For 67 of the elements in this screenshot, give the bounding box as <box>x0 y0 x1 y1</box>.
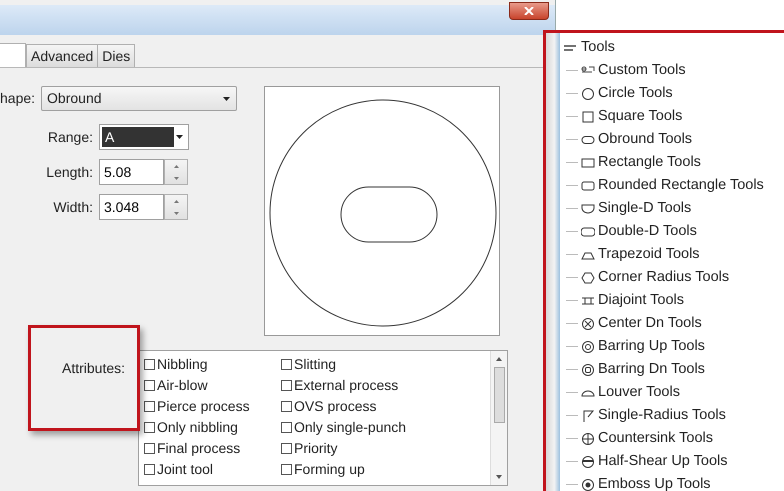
width-label: Width: <box>52 198 93 216</box>
scrollbar[interactable] <box>490 351 507 485</box>
checkbox[interactable]: OVS process <box>281 397 490 415</box>
tab[interactable]: Dies <box>97 44 136 67</box>
circle-cross-icon <box>581 432 595 446</box>
tree-item[interactable]: Square Tools <box>598 106 682 128</box>
tree-item[interactable]: Custom Tools <box>598 60 686 82</box>
tree-item[interactable]: Diajoint Tools <box>598 290 684 312</box>
double-d-icon <box>581 224 595 238</box>
single-d-icon <box>581 202 595 216</box>
tree-item[interactable]: Circle Tools <box>598 82 673 104</box>
tree-item[interactable]: Trapezoid Tools <box>598 244 700 266</box>
shape-label: hape: <box>0 89 36 108</box>
checkbox[interactable]: Nibbling <box>144 355 281 373</box>
checkbox[interactable]: Final process <box>144 439 281 457</box>
tree-item[interactable]: Emboss Up Tools <box>598 474 711 491</box>
checkbox[interactable]: Slitting <box>281 355 490 373</box>
attributes-label: Attributes: <box>62 360 126 376</box>
rectangle-icon <box>581 156 595 170</box>
tree-item[interactable]: Center Dn Tools <box>598 312 702 334</box>
checkbox[interactable]: Only nibbling <box>144 418 281 436</box>
close-icon <box>524 7 534 15</box>
scroll-down-icon[interactable] <box>496 475 502 479</box>
length-label: Length: <box>45 162 93 182</box>
corner-radius-icon <box>581 270 595 284</box>
tree-item[interactable]: Single-Radius Tools <box>598 404 726 426</box>
concentric-circles-icon <box>581 362 595 376</box>
tree-item[interactable]: Louver Tools <box>598 382 680 404</box>
tree-item[interactable]: Countersink Tools <box>598 428 713 450</box>
tree-item[interactable]: Obround Tools <box>598 128 692 150</box>
shape-dropdown[interactable]: Obround <box>41 86 238 111</box>
rounded-rectangle-icon <box>581 178 595 192</box>
checkbox[interactable]: Pierce process <box>144 397 281 415</box>
checkbox[interactable]: Only single-punch <box>281 418 490 436</box>
spin-buttons[interactable] <box>164 159 188 185</box>
tree-item[interactable]: Tools <box>581 36 615 58</box>
tree-item[interactable]: Barring Dn Tools <box>598 358 705 380</box>
caret-icon <box>176 135 183 139</box>
tab[interactable]: Advanced <box>26 44 98 67</box>
tree-item[interactable]: Half-Shear Up Tools <box>598 450 728 472</box>
caret-icon <box>223 96 230 100</box>
circle-cross-icon <box>581 316 595 330</box>
width-field[interactable]: 3.048 <box>99 194 164 220</box>
tab[interactable] <box>0 43 26 67</box>
tree-item[interactable]: Corner Radius Tools <box>598 266 730 288</box>
circle-icon <box>581 86 595 100</box>
tree-item[interactable]: Double-D Tools <box>598 220 697 242</box>
spin-buttons[interactable] <box>164 194 188 220</box>
checkbox[interactable]: Joint tool <box>144 460 281 478</box>
range-label: Range: <box>46 128 93 147</box>
tree-item[interactable]: Single-D Tools <box>598 198 692 220</box>
dot-circle-icon <box>581 478 595 491</box>
checkbox[interactable]: Air-blow <box>144 376 281 394</box>
tree-item[interactable]: Rounded Rectangle Tools <box>598 174 764 196</box>
tree-item[interactable]: Barring Up Tools <box>598 336 705 358</box>
checkbox[interactable]: Forming up <box>281 460 490 478</box>
square-icon <box>581 110 595 124</box>
close-button[interactable] <box>509 2 549 20</box>
tree-item[interactable]: Rectangle Tools <box>598 152 701 174</box>
length-field[interactable]: 5.08 <box>99 159 164 185</box>
scroll-up-icon[interactable] <box>496 357 502 361</box>
half-circle-icon <box>581 454 595 468</box>
concentric-circles-icon <box>581 340 595 354</box>
range-dropdown[interactable]: A <box>99 124 189 150</box>
checkbox[interactable]: External process <box>281 376 490 394</box>
checkbox[interactable]: Priority <box>281 439 490 457</box>
corner-icon <box>581 408 595 422</box>
